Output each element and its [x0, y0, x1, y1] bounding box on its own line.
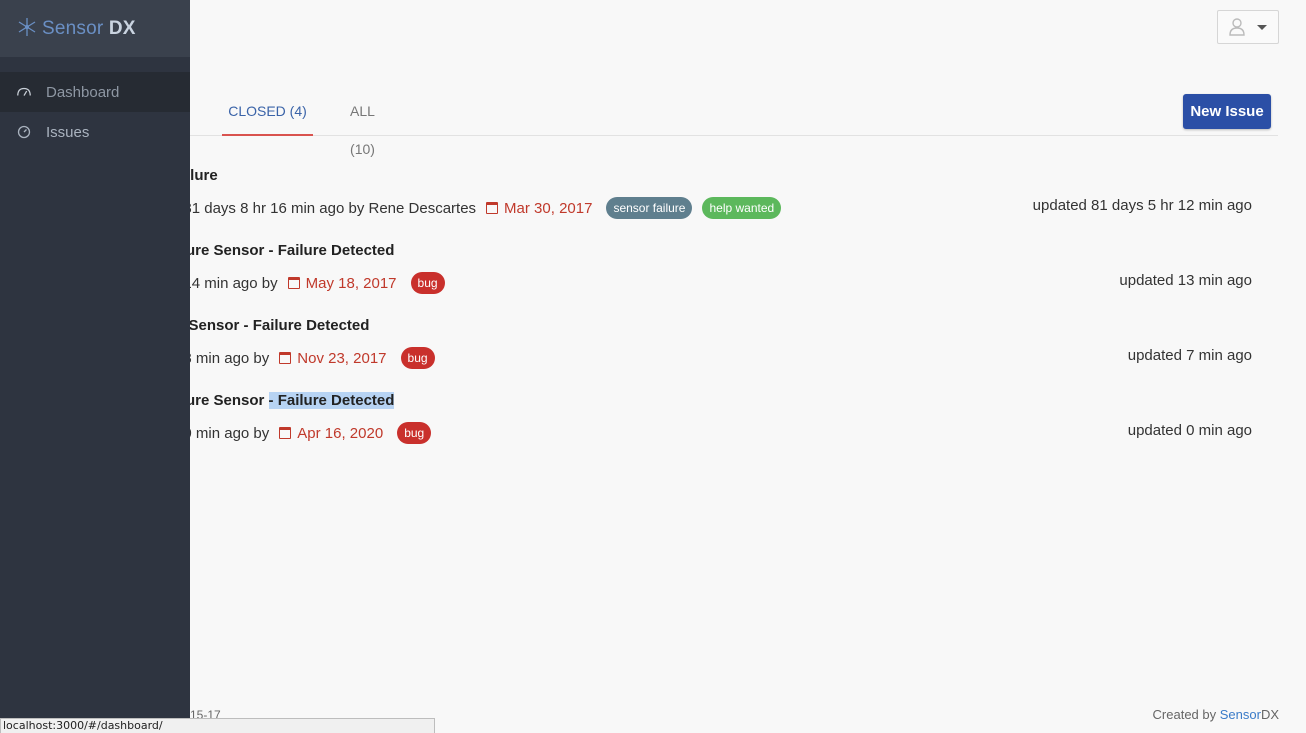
issue-date: May 18, 2017 [287, 274, 397, 292]
tab-all[interactable]: ALL (10) [337, 92, 388, 157]
logo-brand: Sensor [42, 17, 104, 39]
tab-closed[interactable]: CLOSED (4) [222, 92, 313, 136]
issue-title-highlight: - Failure Detected [268, 392, 395, 409]
issue-date: Mar 30, 2017 [486, 200, 592, 217]
logo-suffix: DX [108, 17, 136, 39]
sidebar-logo[interactable]: Sensor DX [0, 0, 190, 57]
label-badge[interactable]: sensor failure [606, 197, 693, 219]
footer-brand-link[interactable]: Sensor [1220, 707, 1261, 722]
list-item: mperature Sensor - Failure Detected - op… [0, 242, 1306, 312]
sidebar-nav: Dashboard Issues [0, 72, 190, 152]
issue-date: Apr 16, 2020 [279, 425, 383, 442]
browser-status-bar: localhost:3000/#/dashboard/ [0, 718, 435, 733]
footer-credit: Created by SensorDX [1153, 707, 1279, 722]
label-badge[interactable]: bug [410, 272, 445, 294]
list-item: essure Sensor - Failure Detected - opene… [0, 317, 1306, 387]
gauge-icon [16, 124, 32, 140]
label-badge[interactable]: bug [397, 422, 432, 444]
issue-updated-text: updated 0 min ago [1127, 422, 1252, 439]
logo-text: Sensor DX [42, 18, 136, 40]
chevron-down-icon [1257, 24, 1267, 30]
issue-date: Nov 23, 2017 [279, 349, 387, 367]
user-menu-button[interactable] [1217, 10, 1279, 44]
issue-updated-text: updated 13 min ago [1119, 272, 1252, 289]
label-badge[interactable]: bug [400, 347, 435, 369]
issue-date-text: Mar 30, 2017 [504, 199, 593, 217]
calendar-icon [279, 352, 292, 364]
user-icon [1229, 18, 1245, 36]
calendar-icon [279, 427, 292, 439]
issue-date-text: May 18, 2017 [305, 274, 397, 292]
sensor-logo-icon [16, 16, 38, 42]
sidebar-item-label: Issues [46, 123, 90, 141]
issue-meta: - opened 81 days 8 hr 16 min ago by Rene… [120, 197, 791, 219]
sidebar-item-issues[interactable]: Issues [0, 112, 190, 152]
dashboard-icon [16, 84, 32, 100]
issue-tabs: CLOSED (4) ALL (10) [190, 92, 1278, 157]
label-badge[interactable]: help wanted [702, 197, 782, 219]
calendar-icon [486, 202, 499, 214]
sidebar-item-label: Dashboard [46, 83, 120, 101]
new-issue-button[interactable]: New Issue [1183, 94, 1271, 129]
issue-date-text: Nov 23, 2017 [297, 349, 387, 367]
sidebar: Sensor DX Dashboard Issues [0, 0, 190, 733]
issue-updated-text: updated 7 min ago [1127, 347, 1252, 364]
issue-updated-text: updated 81 days 5 hr 12 min ago [1032, 197, 1252, 214]
list-item: mperature Sensor - Failure Detected - op… [0, 392, 1306, 462]
calendar-icon [287, 277, 300, 289]
issue-date-text: Apr 16, 2020 [297, 424, 384, 442]
sidebar-item-dashboard[interactable]: Dashboard [0, 72, 190, 112]
list-item: nsor failure - opened 81 days 8 hr 16 mi… [0, 167, 1306, 237]
main-content: CLOSED (4) ALL (10) New Issue nsor failu… [0, 0, 1306, 733]
footer-credit-prefix: Created by [1152, 707, 1220, 722]
footer-brand-suffix: DX [1260, 707, 1279, 722]
